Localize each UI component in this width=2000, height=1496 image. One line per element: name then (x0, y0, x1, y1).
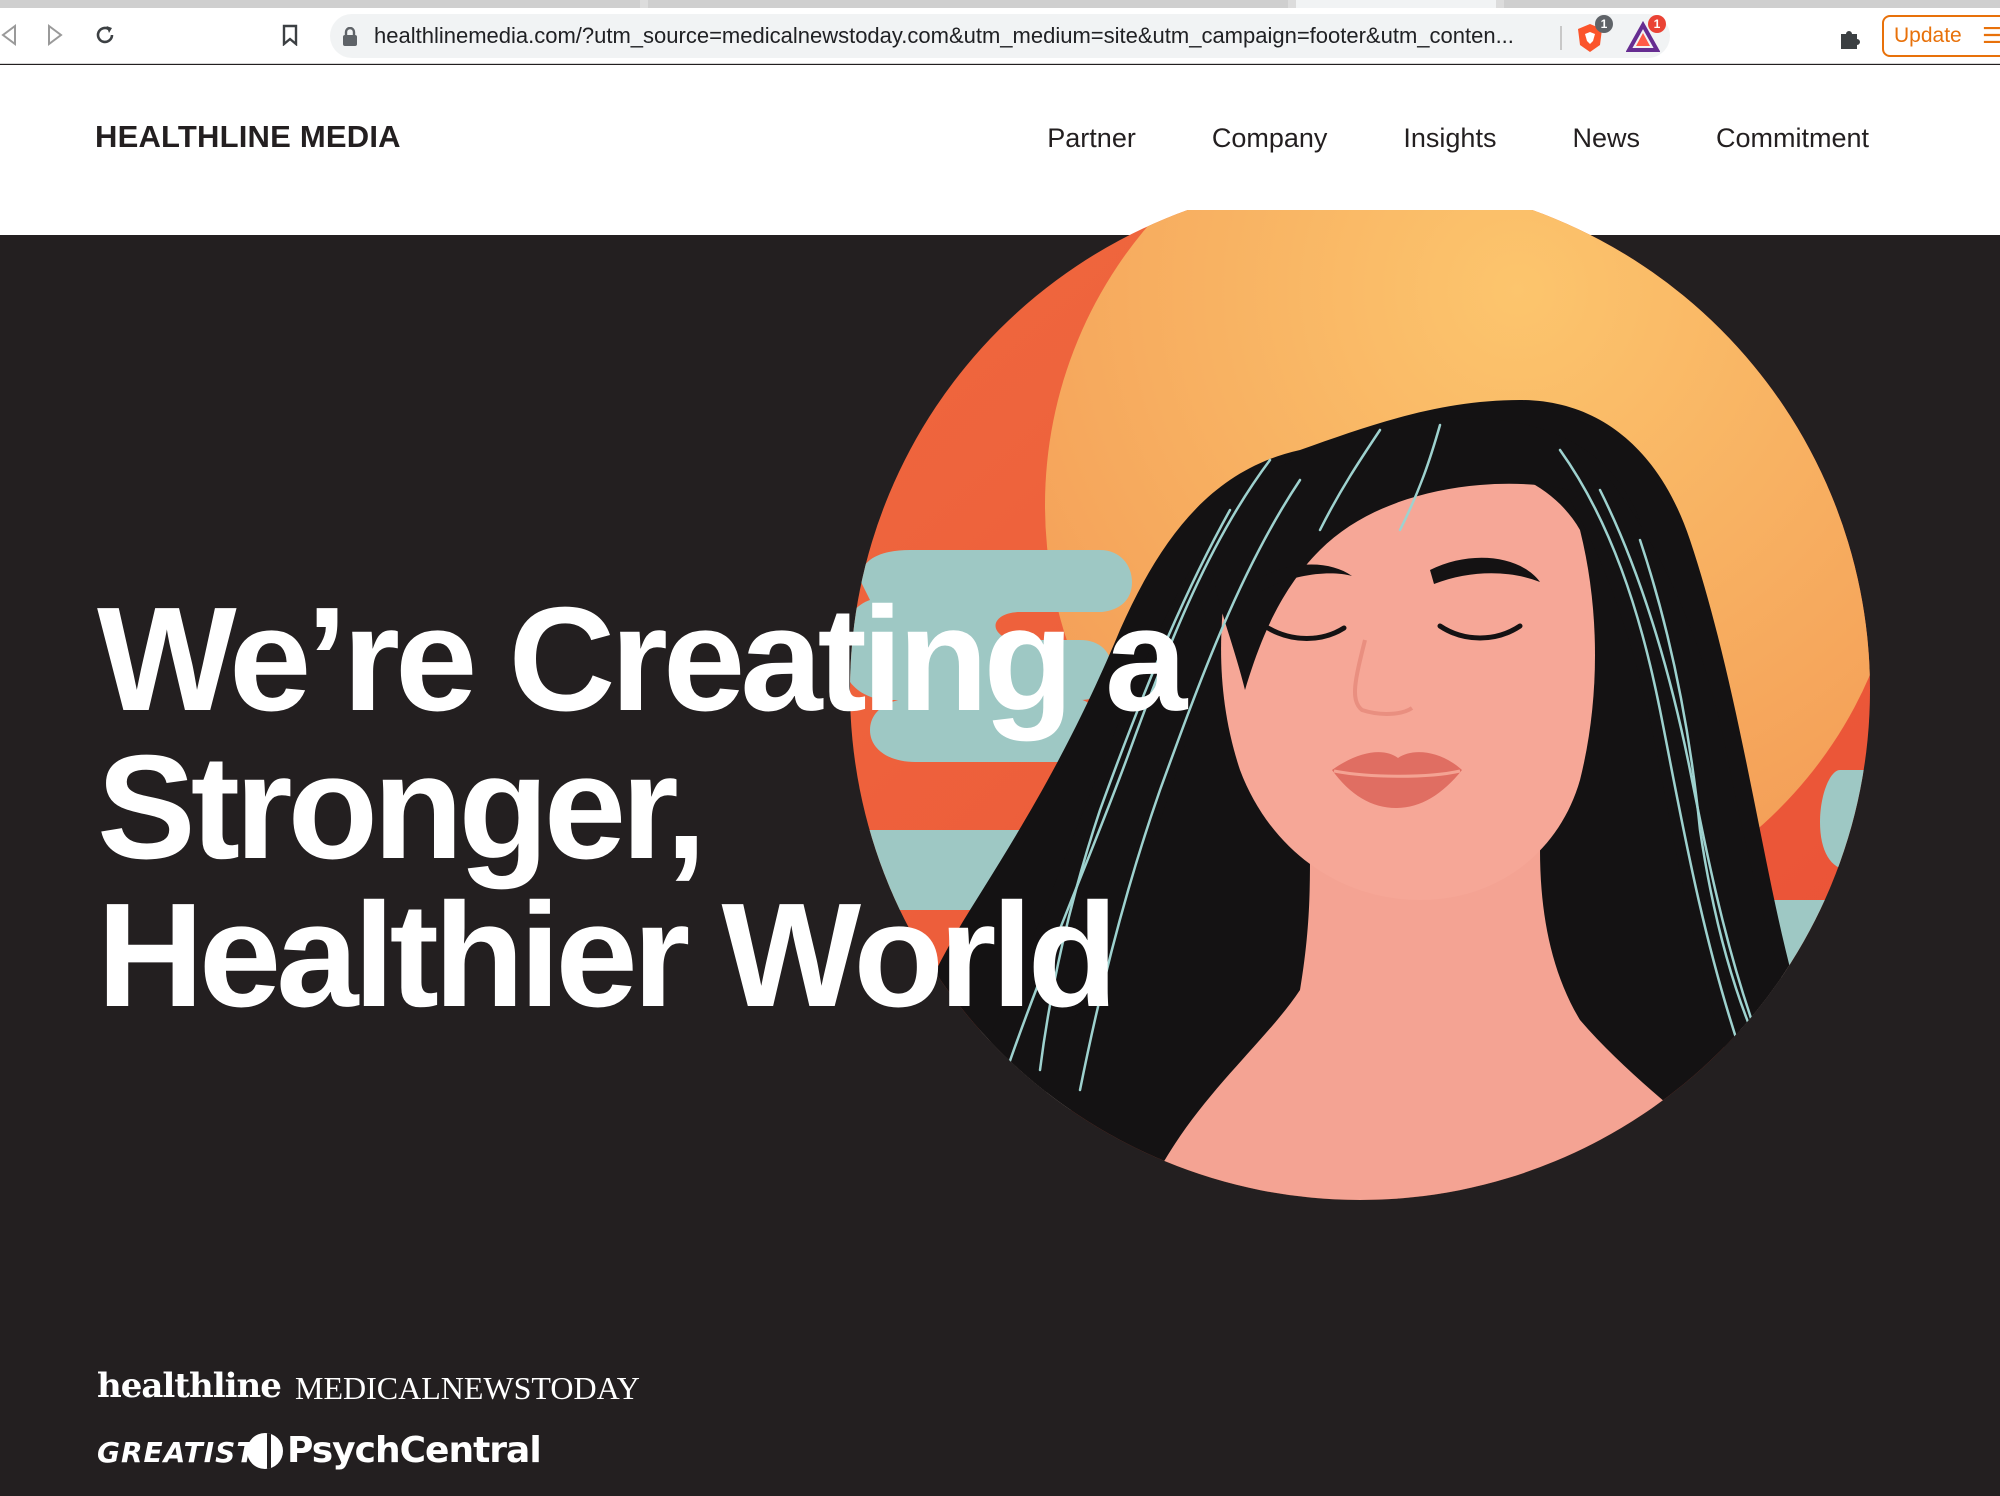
back-icon[interactable] (0, 20, 24, 50)
bookmark-icon[interactable] (275, 20, 305, 50)
brand-logo[interactable]: HEALTHLINE MEDIA (95, 119, 401, 155)
divider (1560, 26, 1562, 50)
hero-headline: We’re Creating a Stronger, Healthier Wor… (97, 586, 1197, 1030)
headline-line-1: We’re Creating a (97, 577, 1187, 742)
update-button[interactable]: Update ☰ (1882, 15, 2000, 57)
psych-central-mark-icon (247, 1432, 283, 1469)
medical-news-today-logo[interactable]: MEDICALNEWSTODAY (295, 1370, 640, 1407)
brave-rewards-icon[interactable]: 1 (1625, 15, 1666, 55)
brave-shields-icon[interactable]: 1 (1573, 15, 1613, 55)
nav-news[interactable]: News (1572, 123, 1640, 154)
reload-icon[interactable] (90, 20, 120, 50)
nav-company[interactable]: Company (1212, 123, 1328, 154)
greatist-logo[interactable]: GREATIST (97, 1436, 256, 1469)
tab-active[interactable] (1296, 0, 1496, 8)
main-nav: Partner Company Insights News Commitment (1047, 123, 1869, 154)
forward-icon[interactable] (40, 20, 70, 50)
tab[interactable] (0, 0, 640, 8)
browser-toolbar: healthlinemedia.com/?utm_source=medicaln… (0, 8, 2000, 64)
tab[interactable] (648, 0, 1288, 8)
extensions-icon[interactable] (1838, 25, 1864, 51)
healthline-logo[interactable]: healthline (97, 1366, 282, 1406)
psych-central-logo[interactable]: PsychCentral (247, 1430, 542, 1471)
psych-central-wordmark: PsychCentral (287, 1430, 542, 1471)
brave-shields-badge: 1 (1595, 15, 1613, 33)
headline-line-2: Stronger, (97, 725, 707, 890)
headline-line-3: Healthier World (97, 873, 1118, 1038)
nav-partner[interactable]: Partner (1047, 123, 1136, 154)
nav-commitment[interactable]: Commitment (1716, 123, 1869, 154)
url-text[interactable]: healthlinemedia.com/?utm_source=medicaln… (374, 22, 1549, 50)
brave-rewards-badge: 1 (1648, 15, 1666, 33)
lock-icon (342, 26, 358, 52)
tab[interactable] (1504, 0, 2000, 8)
nav-insights[interactable]: Insights (1403, 123, 1496, 154)
update-label: Update (1894, 24, 1962, 47)
menu-icon: ☰ (1982, 23, 2000, 48)
tab-strip (0, 0, 2000, 8)
brand-logos: healthline MEDICALNEWSTODAY GREATIST Psy… (97, 1366, 697, 1486)
